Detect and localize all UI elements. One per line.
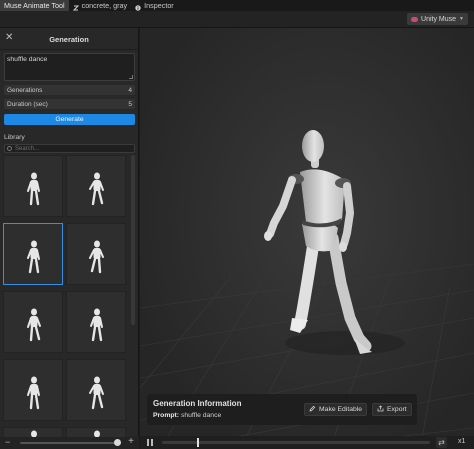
make-editable-button[interactable]: Make Editable: [304, 403, 368, 416]
slider-knob[interactable]: [114, 439, 121, 446]
scene-viewport[interactable]: [140, 28, 474, 449]
timeline-bar: ⇄ x1: [140, 436, 474, 449]
mannequin-thumbnail-icon: [27, 240, 40, 274]
timeline-scrubber[interactable]: [162, 441, 430, 444]
playback-speed[interactable]: x1: [458, 438, 465, 445]
pencil-icon: [309, 405, 316, 414]
mannequin-thumbnail-icon: [89, 172, 104, 206]
library-thumbnail[interactable]: [3, 291, 63, 353]
playhead[interactable]: [196, 438, 199, 447]
material-icon: [72, 3, 79, 10]
search-placeholder: Search...: [15, 146, 40, 152]
thumbnail-size-slider[interactable]: [20, 442, 118, 444]
toolbar: Unity Muse ▼: [0, 11, 474, 28]
library-thumbnail-selected[interactable]: [3, 223, 63, 285]
account-label: Unity Muse: [421, 15, 457, 23]
prompt-value: shuffle dance: [180, 412, 222, 419]
field-value: 5: [128, 100, 132, 108]
generation-panel: ✕ Generation shuffle dance Generations 4…: [0, 28, 139, 449]
tab-bar: Muse Animate Tool concrete, gray Inspect…: [0, 0, 474, 11]
mannequin-thumbnail-icon: [27, 308, 41, 342]
resize-handle-icon[interactable]: [129, 75, 133, 79]
library-thumbnail[interactable]: [3, 359, 63, 421]
muse-logo-icon: [411, 16, 419, 22]
prompt-input[interactable]: shuffle dance: [4, 53, 135, 81]
library-label: Library: [4, 134, 25, 141]
mannequin-thumbnail-icon: [27, 376, 40, 410]
duration-field[interactable]: Duration (sec) 5: [4, 99, 135, 109]
loop-icon[interactable]: ⇄: [436, 437, 447, 448]
tab-inspector[interactable]: Inspector: [131, 0, 178, 11]
library-thumbnail[interactable]: [66, 291, 126, 353]
make-editable-label: Make Editable: [319, 406, 363, 413]
library-scrollbar[interactable]: [131, 155, 135, 325]
export-label: Export: [387, 406, 407, 413]
export-icon: [377, 405, 384, 414]
field-label: Generations: [7, 86, 43, 94]
tab-material[interactable]: concrete, gray: [69, 0, 132, 11]
info-prompt: Prompt: shuffle dance: [153, 412, 221, 419]
generations-field[interactable]: Generations 4: [4, 85, 135, 95]
tab-label: concrete, gray: [81, 1, 128, 10]
generation-info-card: Generation Information Prompt: shuffle d…: [147, 394, 417, 425]
info-icon: [135, 3, 141, 11]
chevron-down-icon: ▼: [459, 16, 464, 22]
account-dropdown[interactable]: Unity Muse ▼: [407, 13, 468, 25]
tab-label: Inspector: [144, 1, 174, 10]
library-search-input[interactable]: Search...: [4, 144, 135, 153]
pause-icon[interactable]: [147, 439, 153, 446]
field-label: Duration (sec): [7, 100, 48, 108]
mannequin-thumbnail-icon: [27, 172, 40, 206]
thumbnail-size-bar: − +: [0, 437, 139, 449]
panel-header: ✕ Generation: [0, 28, 138, 50]
zoom-out-icon[interactable]: −: [5, 438, 10, 447]
tab-label: Muse Animate Tool: [4, 1, 65, 10]
scene-canvas: [140, 28, 474, 449]
library-thumbnail[interactable]: [66, 359, 126, 421]
mannequin-thumbnail-icon: [89, 376, 104, 410]
library-thumbnail[interactable]: [66, 223, 126, 285]
mannequin-thumbnail-icon: [89, 240, 104, 274]
library-thumbnail[interactable]: [66, 155, 126, 217]
mannequin-thumbnail-icon: [90, 308, 103, 342]
generate-button[interactable]: Generate: [4, 114, 135, 125]
export-button[interactable]: Export: [372, 403, 412, 416]
search-icon: [7, 146, 12, 151]
info-title: Generation Information: [153, 399, 242, 408]
tab-muse-animate[interactable]: Muse Animate Tool: [0, 0, 69, 11]
zoom-in-icon[interactable]: +: [128, 437, 134, 447]
library-thumbnail[interactable]: [3, 155, 63, 217]
prompt-label: Prompt:: [153, 412, 180, 419]
field-value: 4: [128, 86, 132, 94]
prompt-text: shuffle dance: [7, 56, 48, 63]
panel-title: Generation: [49, 35, 89, 44]
